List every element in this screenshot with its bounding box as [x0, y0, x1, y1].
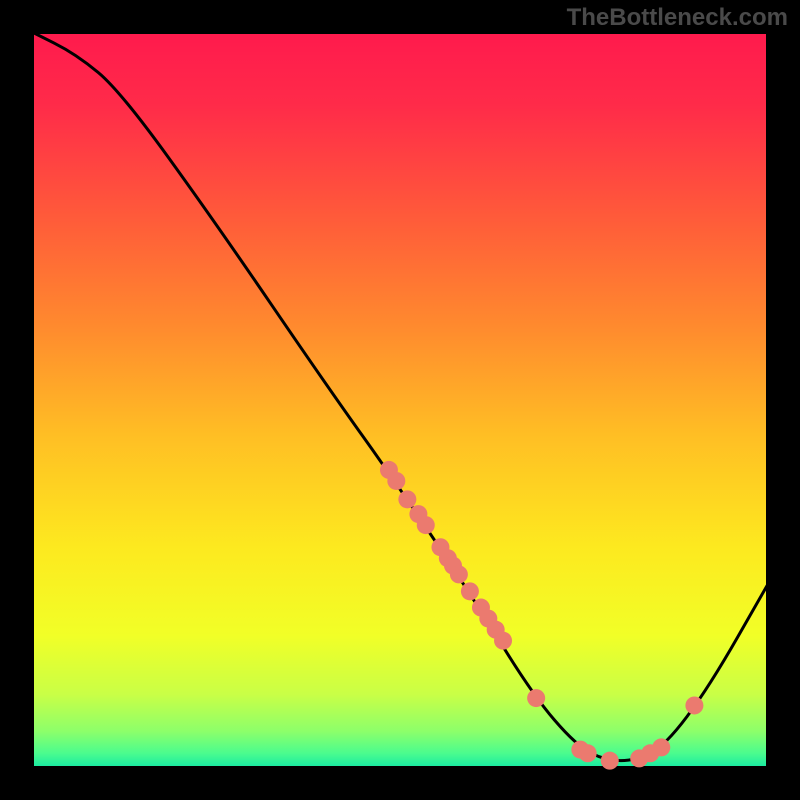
- data-point: [685, 696, 703, 714]
- data-point: [398, 490, 416, 508]
- data-point: [387, 472, 405, 490]
- data-point: [461, 582, 479, 600]
- data-point: [417, 516, 435, 534]
- data-point: [579, 744, 597, 762]
- data-point: [450, 565, 468, 583]
- data-point: [601, 752, 619, 770]
- data-point: [527, 689, 545, 707]
- data-point: [494, 632, 512, 650]
- plot-background: [32, 32, 768, 768]
- watermark-text: TheBottleneck.com: [567, 4, 788, 32]
- chart-frame: TheBottleneck.com: [0, 0, 800, 800]
- data-point: [652, 738, 670, 756]
- chart-svg: [0, 0, 800, 800]
